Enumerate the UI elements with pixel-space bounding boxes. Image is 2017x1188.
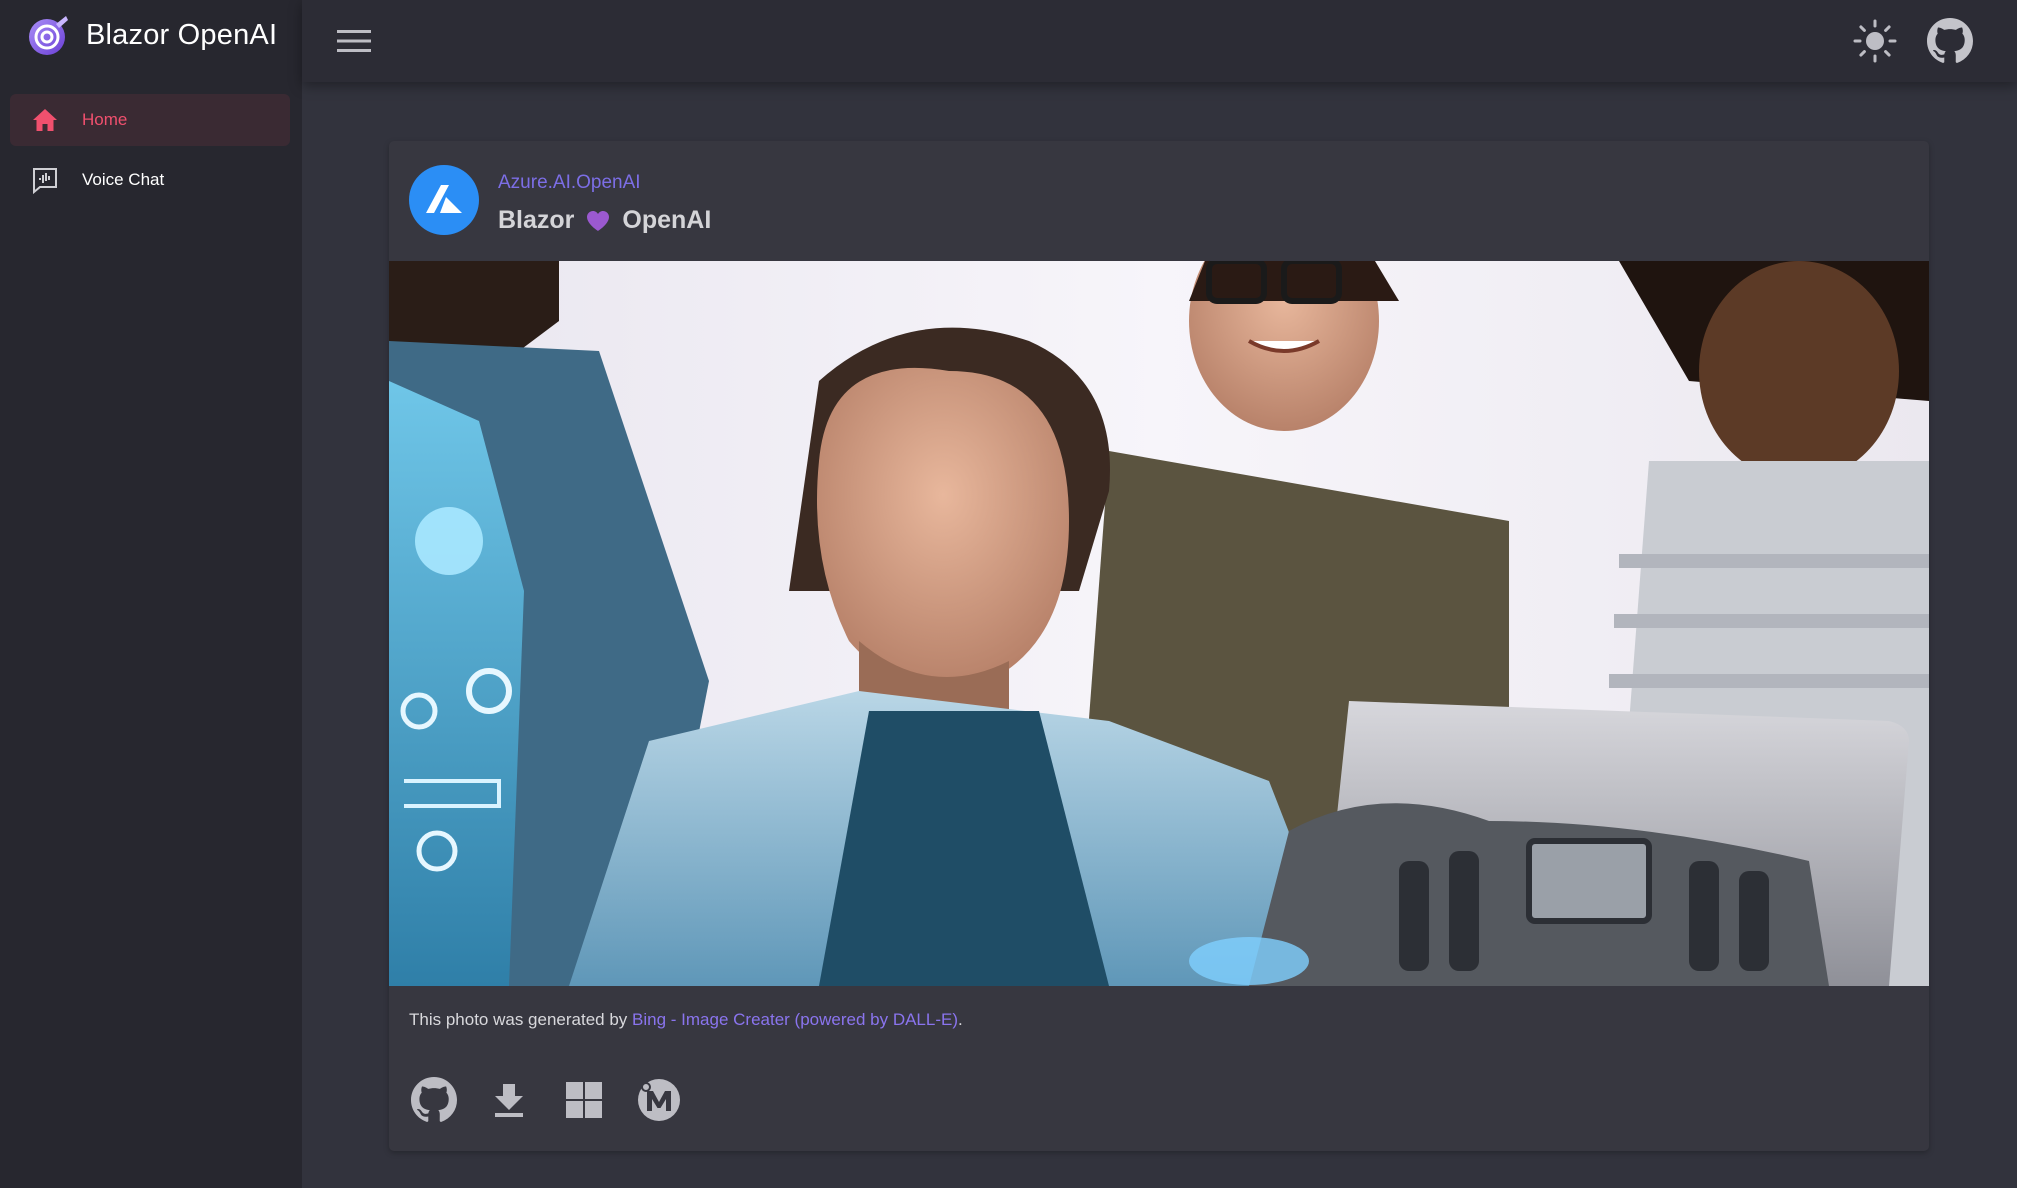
sidebar-item-home[interactable]: Home — [10, 94, 290, 146]
github-icon — [1927, 18, 1973, 63]
caption-link[interactable]: Bing - Image Creater (powered by DALL-E) — [632, 1010, 958, 1029]
card-title-right: OpenAI — [622, 206, 712, 234]
hero-illustration — [389, 261, 1929, 986]
caption-prefix: This photo was generated by — [409, 1010, 633, 1029]
image-caption: This photo was generated by Bing - Image… — [409, 1010, 963, 1030]
sidebar-item-label: Home — [82, 110, 128, 129]
caption-suffix: . — [958, 1010, 963, 1029]
theme-toggle-button[interactable] — [1850, 16, 1900, 66]
download-button[interactable] — [484, 1075, 533, 1124]
intro-card: Azure.AI.OpenAI Blazor OpenAI This photo… — [389, 141, 1929, 1151]
card-header: Azure.AI.OpenAI Blazor OpenAI — [389, 141, 1929, 261]
github-link-button[interactable] — [1924, 15, 1976, 67]
brand[interactable]: Blazor OpenAI — [26, 12, 277, 58]
card-subtitle[interactable]: Azure.AI.OpenAI — [498, 172, 641, 194]
windows-store-button[interactable] — [559, 1075, 608, 1124]
microsoft-store-button[interactable] — [634, 1075, 683, 1124]
app-title: Blazor OpenAI — [86, 18, 278, 51]
windows-icon — [565, 1081, 602, 1118]
hero-image — [389, 261, 1929, 986]
card-title-left: Blazor — [498, 206, 575, 234]
menu-button[interactable] — [332, 22, 376, 60]
download-icon — [494, 1083, 523, 1117]
sidebar: Blazor OpenAI Home Voice Chat — [0, 0, 302, 1188]
voice-chat-icon — [30, 165, 60, 195]
sidebar-nav: Home Voice Chat — [10, 94, 290, 214]
avatar — [409, 165, 479, 235]
azure-logo-icon — [426, 185, 462, 213]
sidebar-item-label: Voice Chat — [82, 170, 165, 189]
sidebar-item-voice-chat[interactable]: Voice Chat — [10, 154, 290, 206]
menu-icon — [337, 30, 371, 52]
github-icon — [410, 1076, 457, 1122]
card-title: Blazor OpenAI — [498, 206, 711, 235]
github-repo-button[interactable] — [409, 1075, 458, 1124]
sun-icon — [1853, 19, 1897, 63]
blazor-logo-icon — [29, 16, 68, 55]
card-actions — [409, 1075, 683, 1124]
home-icon — [30, 105, 60, 135]
purple-heart-icon — [587, 210, 610, 231]
top-app-bar — [302, 0, 2017, 82]
microsoft-store-icon — [637, 1078, 680, 1121]
